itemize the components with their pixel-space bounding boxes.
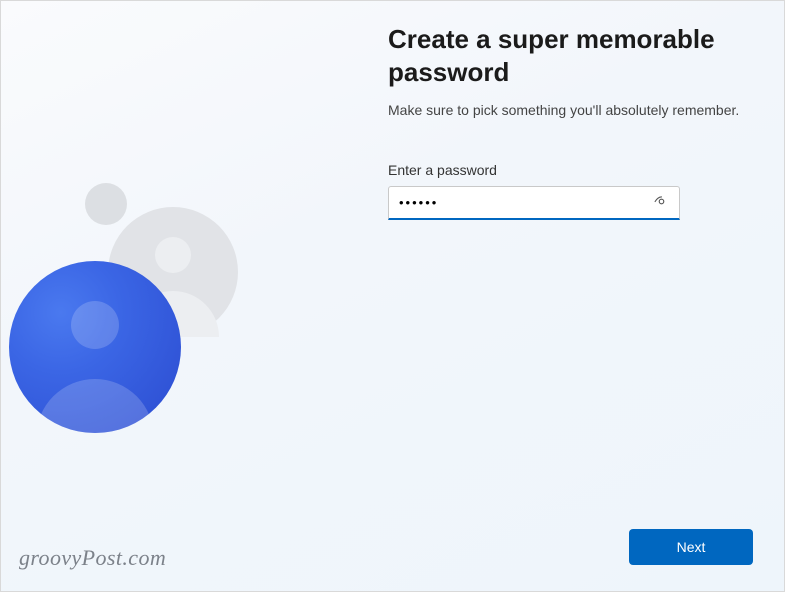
page-subtitle: Make sure to pick something you'll absol… [388, 102, 744, 118]
next-button[interactable]: Next [629, 529, 753, 565]
page-title: Create a super memorable password [388, 23, 744, 88]
password-input[interactable] [389, 187, 643, 218]
avatar-shoulders [36, 379, 154, 433]
avatar-head [155, 237, 191, 273]
avatar-head [71, 301, 119, 349]
password-field-wrap [388, 186, 680, 220]
reveal-password-button[interactable] [643, 187, 679, 218]
blue-avatar-circle [9, 261, 181, 433]
watermark-text: groovyPost.com [19, 545, 166, 571]
main-content: Create a super memorable password Make s… [388, 23, 744, 220]
small-circle [85, 183, 127, 225]
password-label: Enter a password [388, 162, 744, 178]
onboarding-illustration [1, 1, 281, 591]
eye-icon [653, 193, 670, 213]
